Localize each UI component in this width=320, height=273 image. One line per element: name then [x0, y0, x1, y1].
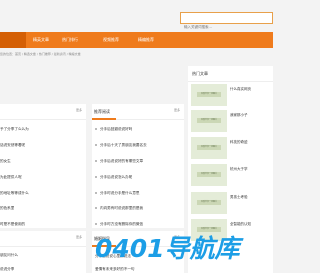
list-item[interactable]: 说说分享 — [0, 267, 14, 272]
nav-item-hot[interactable]: 热门排行 — [62, 32, 78, 48]
more-link[interactable]: 更多 — [174, 108, 180, 112]
list-item[interactable]: 的色系里 — [0, 206, 14, 211]
list-item[interactable]: 时是不是使用的 — [0, 222, 25, 227]
list-item[interactable]: 内向男有时说说那里的是我 — [95, 206, 143, 211]
bullet-icon — [95, 128, 97, 130]
bullet-icon — [95, 223, 97, 225]
bullet-icon — [95, 192, 97, 194]
article-title[interactable]: 全智能的认知 — [230, 222, 251, 227]
nav-item-video[interactable]: 视频推荐 — [103, 32, 119, 48]
watermark-logo: 0401导航库 — [95, 234, 240, 263]
article-title[interactable]: 男孩士考验 — [230, 195, 248, 200]
divider — [188, 81, 273, 82]
list-item[interactable]: 朋友问什么 — [0, 253, 18, 258]
article-thumbnail[interactable]: 百度分享一张图片 — [191, 164, 227, 186]
list-item[interactable]: 予了分享了么么为 — [0, 127, 29, 132]
panel-title: 热门文章 — [192, 71, 208, 76]
article-title[interactable]: 什么真实网页 — [230, 87, 251, 92]
article-title[interactable]: 我家那小子 — [230, 113, 248, 118]
article-title[interactable]: 杭州大于学 — [230, 167, 248, 172]
list-item[interactable]: 分手后回避说说好吗 — [95, 127, 132, 132]
list-item[interactable]: 话说安然等着呢 — [0, 143, 25, 148]
bullet-icon — [95, 207, 97, 209]
divider — [0, 246, 86, 247]
list-item[interactable]: 分手后十天了男朋友我要名去 — [95, 143, 147, 148]
bottom-left-panel: 更多 朋友问什么 说说分享 — [0, 231, 86, 273]
breadcrumb: 您的位置：首页 / 精选文章 / 热门推荐 / 最新资讯 / 精编文章 — [0, 52, 81, 56]
nav-item-featured[interactable]: 精英文章 — [33, 32, 49, 48]
title-accent — [92, 118, 116, 120]
article-title[interactable]: 科技的奇迹 — [230, 140, 248, 145]
search-input[interactable] — [181, 22, 272, 32]
article-thumbnail[interactable]: 百度分享一张图片 — [191, 192, 227, 214]
list-item[interactable]: 为此提供人呢 — [0, 175, 22, 180]
more-link[interactable]: 更多 — [76, 235, 82, 239]
panel-title: 推荐阅读 — [94, 109, 110, 114]
list-item[interactable]: 分手时方没有删除你的微信 — [95, 222, 143, 227]
list-item[interactable]: 的女生 — [0, 159, 11, 164]
article-thumbnail[interactable]: 百度分享一张图片 — [191, 84, 227, 106]
bullet-icon — [95, 176, 97, 178]
more-link[interactable]: 更多 — [76, 108, 82, 112]
list-item[interactable]: 分手时说分手是什么意思 — [95, 191, 140, 196]
divider — [0, 119, 86, 120]
recommended-panel: 推荐阅读 更多 分手后回避说说好吗 分手后十天了男朋友我要名去 分手后说说好的有… — [92, 104, 184, 228]
list-item[interactable]: 分手后说说怎么办呢 — [95, 175, 132, 180]
nav-home-block[interactable] — [0, 32, 26, 48]
list-item[interactable]: 爱情有未来多好的不一句 — [95, 267, 135, 272]
search-box[interactable] — [180, 12, 273, 32]
list-item[interactable]: 的地址等等成什么 — [0, 191, 29, 196]
article-thumbnail[interactable]: 百度分享一张图片 — [191, 110, 227, 132]
nav-item-picks[interactable]: 精编推荐 — [138, 32, 154, 48]
bullet-icon — [95, 160, 97, 162]
left-list-panel: 更多 予了分享了么么为 话说安然等着呢 的女生 为此提供人呢 的地址等等成什么 … — [0, 104, 86, 228]
bullet-icon — [95, 144, 97, 146]
article-thumbnail[interactable]: 百度分享一张图片 — [191, 137, 227, 159]
main-nav: 精英文章 热门排行 视频推荐 精编推荐 — [0, 32, 273, 48]
list-item[interactable]: 分手后说说好的有哪些文章 — [95, 159, 143, 164]
